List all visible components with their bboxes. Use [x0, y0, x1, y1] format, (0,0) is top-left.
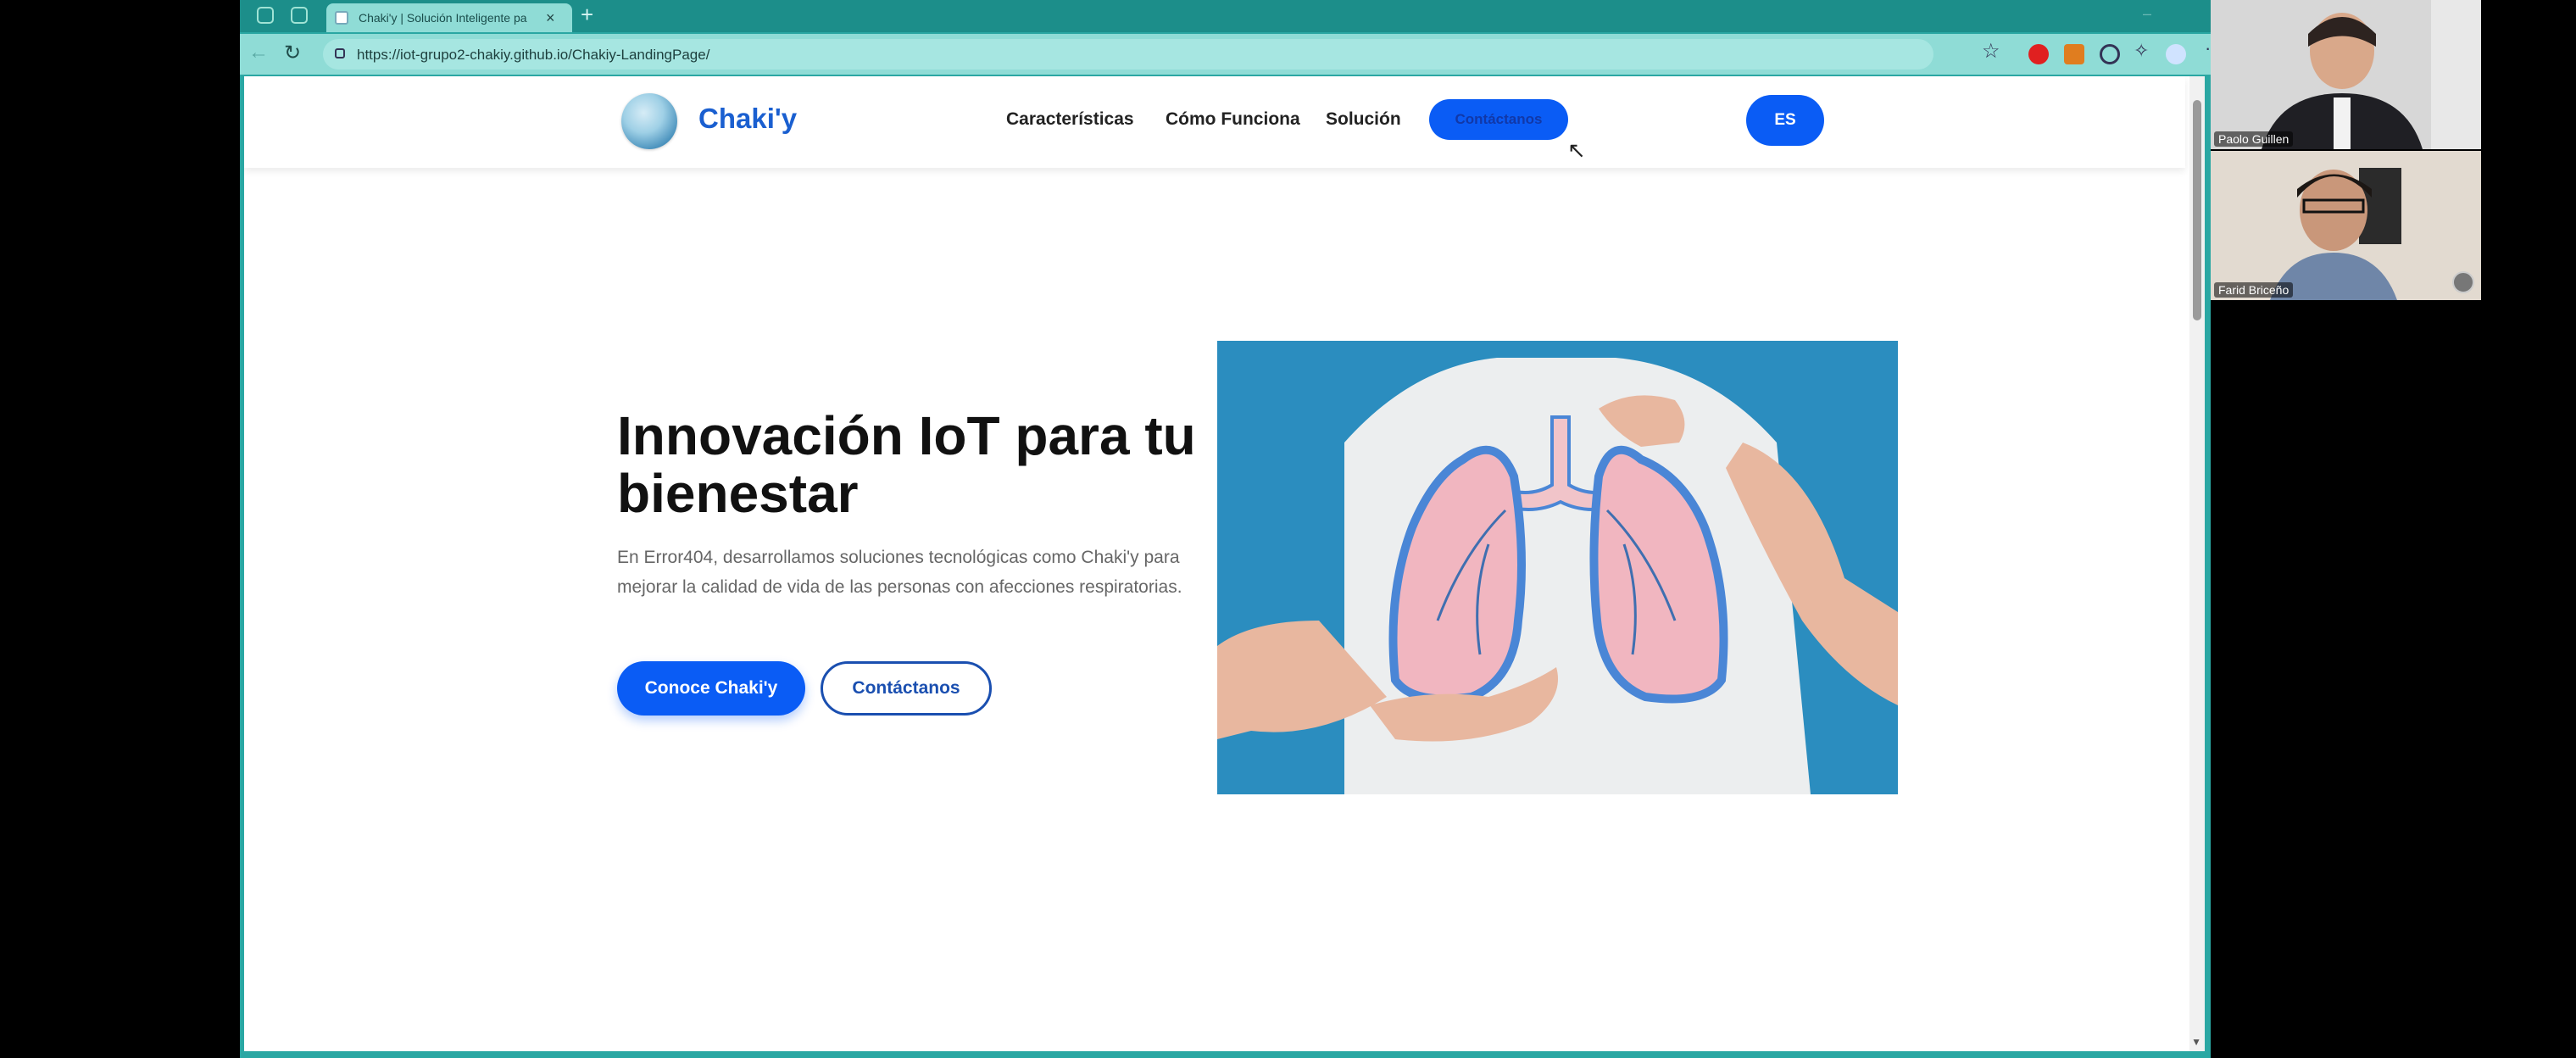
hero-description: En Error404, desarrollamos soluciones te…: [617, 548, 1182, 597]
participant-video: [2211, 151, 2481, 300]
hero-image-lungs: [1217, 341, 1898, 794]
muted-mic-icon: [2452, 271, 2474, 293]
page-viewport: Chaki'y Características Cómo Funciona So…: [244, 76, 2205, 1051]
site-info-icon[interactable]: [335, 48, 345, 58]
tab-title: Chaki'y | Solución Inteligente pa: [359, 11, 527, 25]
more-menu-icon[interactable]: ···: [2205, 37, 2211, 59]
tab-actions-icon[interactable]: [291, 7, 308, 24]
window-minimize-icon[interactable]: –: [2143, 5, 2151, 23]
bookmark-star-icon[interactable]: ☆: [1982, 39, 2000, 64]
new-tab-button[interactable]: +: [581, 2, 593, 28]
url-field[interactable]: https://iot-grupo2-chakiy.github.io/Chak…: [323, 39, 1933, 70]
tab-bar: Chaki'y | Solución Inteligente pa × + –: [240, 0, 2211, 32]
hero-title: Innovación IoT para tu bienestar: [617, 405, 1196, 524]
conoce-chakiy-button[interactable]: Conoce Chaki'y: [617, 661, 805, 716]
participant-tile[interactable]: Paolo Guillen: [2211, 0, 2481, 149]
lungs-illustration: [1217, 341, 1898, 794]
extension-icon[interactable]: [2064, 44, 2084, 64]
tab-close-icon[interactable]: ×: [546, 9, 555, 27]
workspaces-icon[interactable]: [257, 7, 274, 24]
site-header: Chaki'y Características Cómo Funciona So…: [244, 76, 2185, 168]
nav-link-caracteristicas[interactable]: Características: [1006, 109, 1134, 130]
video-call-panel: Paolo Guillen Farid Briceño: [2211, 0, 2576, 1058]
tab-favicon-icon: [335, 11, 348, 25]
address-bar: ← ↻ https://iot-grupo2-chakiy.github.io/…: [240, 34, 2211, 75]
back-icon[interactable]: ←: [248, 41, 269, 64]
url-text: https://iot-grupo2-chakiy.github.io/Chak…: [357, 47, 710, 63]
contact-button[interactable]: Contáctanos: [821, 661, 992, 716]
scrollbar-thumb[interactable]: [2193, 100, 2201, 320]
nav-contact-button[interactable]: Contáctanos: [1429, 99, 1568, 140]
participant-name: Paolo Guillen: [2214, 131, 2294, 147]
logo-icon[interactable]: [621, 93, 677, 149]
profile-avatar-icon[interactable]: [2166, 44, 2186, 64]
participant-video: [2211, 0, 2481, 149]
logo-text[interactable]: Chaki'y: [698, 103, 797, 135]
participant-tile[interactable]: Farid Briceño: [2211, 151, 2481, 300]
mouse-cursor-icon: ↖: [1567, 137, 1586, 163]
participant-name: Farid Briceño: [2214, 282, 2294, 298]
scroll-down-icon[interactable]: ▼: [2191, 1036, 2201, 1048]
browser-window: Chaki'y | Solución Inteligente pa × + – …: [240, 0, 2211, 1058]
language-button[interactable]: ES: [1746, 95, 1824, 146]
reload-icon[interactable]: ↻: [284, 41, 301, 65]
page-scrollbar[interactable]: ▼: [2189, 76, 2205, 1051]
extension-icon[interactable]: [2100, 44, 2120, 64]
tab-active[interactable]: Chaki'y | Solución Inteligente pa ×: [326, 3, 572, 32]
nav-link-como-funciona[interactable]: Cómo Funciona: [1166, 109, 1300, 130]
nav-link-solucion[interactable]: Solución: [1326, 109, 1401, 130]
extensions-puzzle-icon[interactable]: ✧: [2134, 40, 2149, 62]
opera-extension-icon[interactable]: [2028, 44, 2049, 64]
